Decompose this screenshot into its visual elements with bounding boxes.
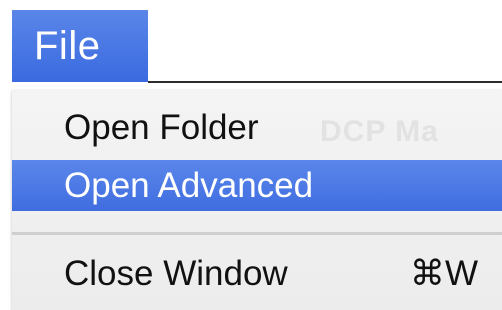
- keyboard-shortcut: ⌘W: [409, 254, 478, 293]
- menu-item-open-folder[interactable]: Open Folder: [12, 104, 502, 152]
- menu-item-label: Open Folder: [64, 108, 259, 147]
- menu-item-label: Close Window: [64, 254, 288, 293]
- menubar-divider: [148, 81, 502, 83]
- menu-item-label: Open Advanced: [64, 166, 314, 205]
- menu-item-close-window[interactable]: Close Window ⌘W: [12, 250, 502, 298]
- file-menu-title[interactable]: File: [12, 10, 148, 82]
- menu-item-open-advanced[interactable]: Open Advanced: [12, 160, 502, 211]
- menu-separator: [12, 232, 502, 235]
